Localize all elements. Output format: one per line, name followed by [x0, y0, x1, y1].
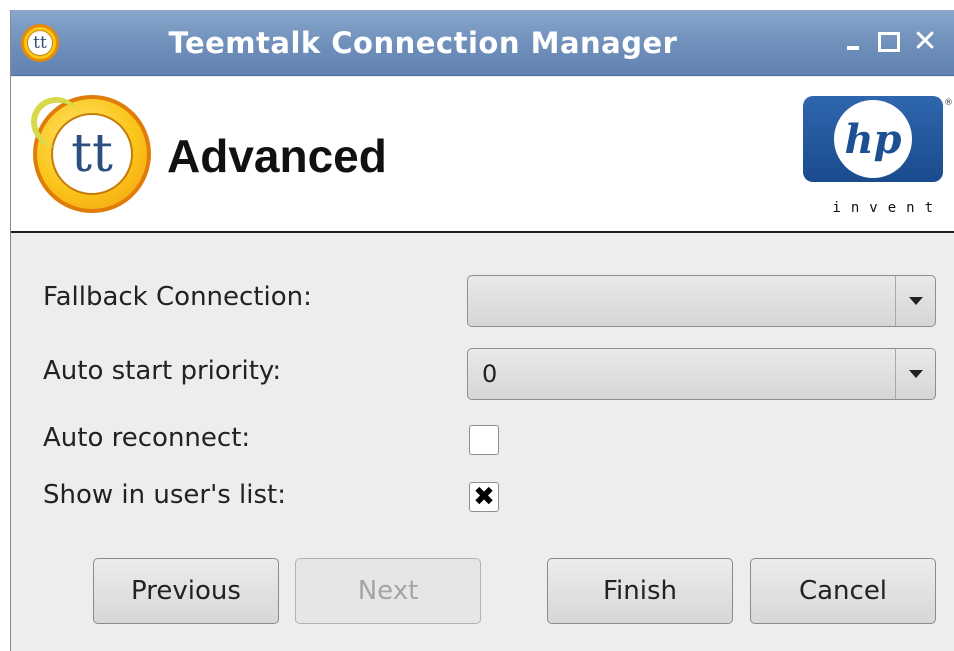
auto-reconnect-label: Auto reconnect:	[43, 423, 251, 453]
minimize-icon[interactable]	[841, 30, 865, 54]
hp-tagline: invent	[832, 200, 943, 216]
show-in-users-list-label: Show in user's list:	[43, 480, 287, 510]
page-title: Advanced	[167, 130, 387, 182]
maximize-icon[interactable]	[877, 30, 901, 54]
connection-manager-window: tt Teemtalk Connection Manager ✕ tt Adva…	[10, 10, 954, 651]
chevron-down-icon[interactable]	[895, 276, 935, 326]
show-in-users-list-checkbox[interactable]: ✖	[469, 482, 499, 512]
teemtalk-logo: tt	[33, 95, 151, 213]
auto-start-priority-value: 0	[482, 360, 498, 388]
cancel-button[interactable]: Cancel	[750, 558, 936, 624]
registered-mark: ®	[944, 98, 953, 108]
window-title: Teemtalk Connection Manager	[168, 26, 678, 60]
previous-button[interactable]: Previous	[93, 558, 279, 624]
hp-logo: hp	[803, 96, 943, 182]
teemtalk-logo-text: tt	[51, 113, 133, 195]
chevron-down-icon[interactable]	[895, 349, 935, 399]
finish-button[interactable]: Finish	[547, 558, 733, 624]
title-bar[interactable]: tt Teemtalk Connection Manager ✕	[11, 10, 954, 76]
wizard-header: tt Advanced hp ® invent	[11, 77, 954, 233]
checkmark-x-icon: ✖	[473, 482, 495, 512]
next-button[interactable]: Next	[295, 558, 481, 624]
hp-logo-text: hp	[834, 100, 912, 178]
close-icon[interactable]: ✕	[912, 27, 937, 57]
fallback-connection-label: Fallback Connection:	[43, 282, 312, 312]
auto-reconnect-checkbox[interactable]	[469, 425, 499, 455]
fallback-connection-dropdown[interactable]	[467, 275, 936, 327]
auto-start-priority-dropdown[interactable]: 0	[467, 348, 936, 400]
auto-start-priority-label: Auto start priority:	[43, 356, 282, 386]
